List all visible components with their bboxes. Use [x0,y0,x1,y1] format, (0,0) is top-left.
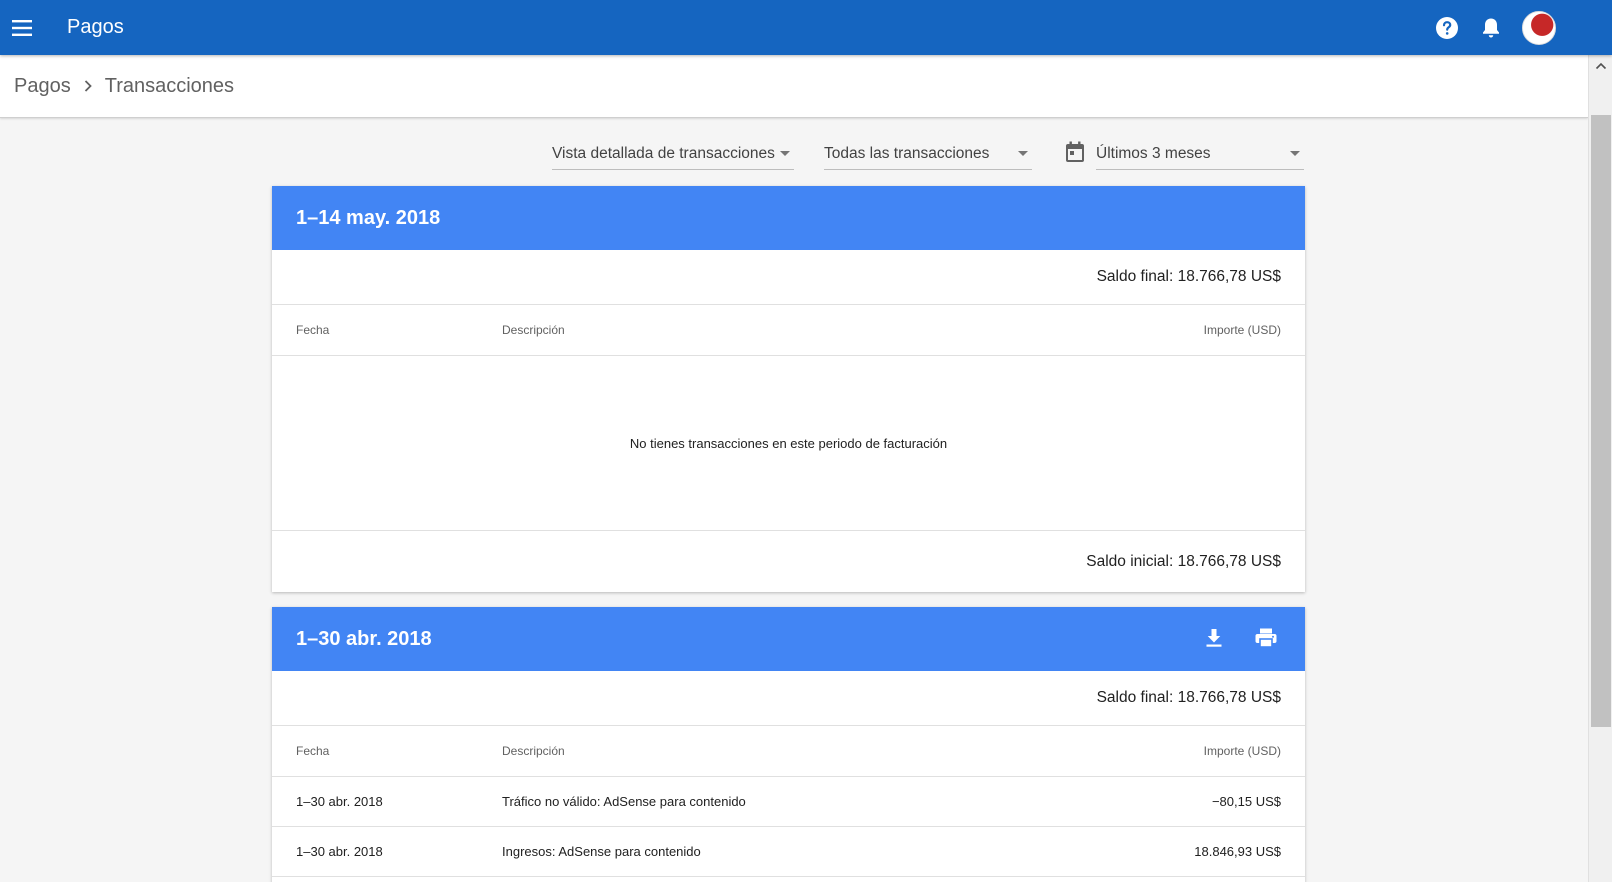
notifications-button[interactable] [1474,11,1508,45]
closing-balance: Saldo final: 18.766,78 US$ [272,671,1305,726]
view-select-value: Vista detallada de transacciones [552,144,775,162]
bell-icon [1483,18,1499,37]
date-range-value: Últimos 3 meses [1096,144,1211,162]
print-button[interactable] [1251,623,1281,653]
column-header-date: Fecha [296,323,330,337]
app-title: Pagos [67,16,124,38]
scroll-thumb[interactable] [1591,115,1611,727]
period-title: 1–30 abr. 2018 [296,627,432,650]
help-button[interactable] [1430,11,1464,45]
menu-button[interactable] [0,5,46,51]
app-bar: Pagos [0,0,1612,55]
help-icon [1436,16,1458,39]
filters-bar: Vista detallada de transacciones Todas l… [0,138,1588,172]
chevron-right-icon [83,79,93,93]
closing-balance: Saldo final: 18.766,78 US$ [272,250,1305,305]
transaction-type-select[interactable]: Todas las transacciones [824,138,1032,170]
menu-icon [12,19,32,36]
page-scrollbar[interactable] [1588,55,1612,882]
breadcrumb: Pagos Transacciones [0,55,1588,118]
page-title: Transacciones [104,74,235,97]
dropdown-arrow-icon [1290,151,1300,156]
breadcrumb-payments-link[interactable]: Pagos [14,75,71,98]
download-icon [1206,629,1222,647]
column-header-description: Descripción [502,323,565,337]
transaction-date: 1–30 abr. 2018 [296,794,383,809]
period-header: 1–30 abr. 2018 [272,607,1305,671]
column-header-amount: Importe (USD) [1203,744,1281,758]
view-select[interactable]: Vista detallada de transacciones [552,138,794,170]
table-header: Fecha Descripción Importe (USD) [272,726,1305,777]
print-icon [1255,628,1277,648]
empty-state-message: No tienes transacciones en este periodo … [272,356,1305,531]
dropdown-arrow-icon [1018,151,1028,156]
opening-balance: Saldo inicial: 18.766,78 US$ [1086,552,1281,570]
transaction-type-value: Todas las transacciones [824,144,990,162]
transaction-description: Ingresos: AdSense para contenido [502,844,701,859]
column-header-description: Descripción [502,744,565,758]
table-header: Fecha Descripción Importe (USD) [272,305,1305,356]
period-header: 1–14 may. 2018 [272,186,1305,250]
dropdown-arrow-icon [780,151,790,156]
table-row[interactable]: 1–30 abr. 2018 Tráfico no válido: AdSens… [272,777,1305,827]
chevron-up-icon [1595,62,1606,70]
account-avatar[interactable] [1522,10,1556,45]
period-title: 1–14 may. 2018 [296,206,441,229]
download-button[interactable] [1199,623,1229,653]
calendar-icon[interactable] [1065,141,1085,168]
transaction-description: Tráfico no válido: AdSense para contenid… [502,794,746,809]
billing-period-card: 1–30 abr. 2018 Saldo final: 18.766,78 US… [272,607,1305,882]
column-header-date: Fecha [296,744,330,758]
column-header-amount: Importe (USD) [1203,323,1281,337]
table-row[interactable]: 1–30 abr. 2018 Ingresos: AdSense para co… [272,827,1305,877]
transaction-date: 1–30 abr. 2018 [296,844,383,859]
transaction-amount: 18.846,93 US$ [1194,844,1281,859]
billing-period-card: 1–14 may. 2018 Saldo final: 18.766,78 US… [272,186,1305,592]
date-range-select[interactable]: Últimos 3 meses [1096,138,1304,170]
scroll-up-button[interactable] [1589,55,1612,77]
transaction-amount: −80,15 US$ [1211,794,1281,809]
